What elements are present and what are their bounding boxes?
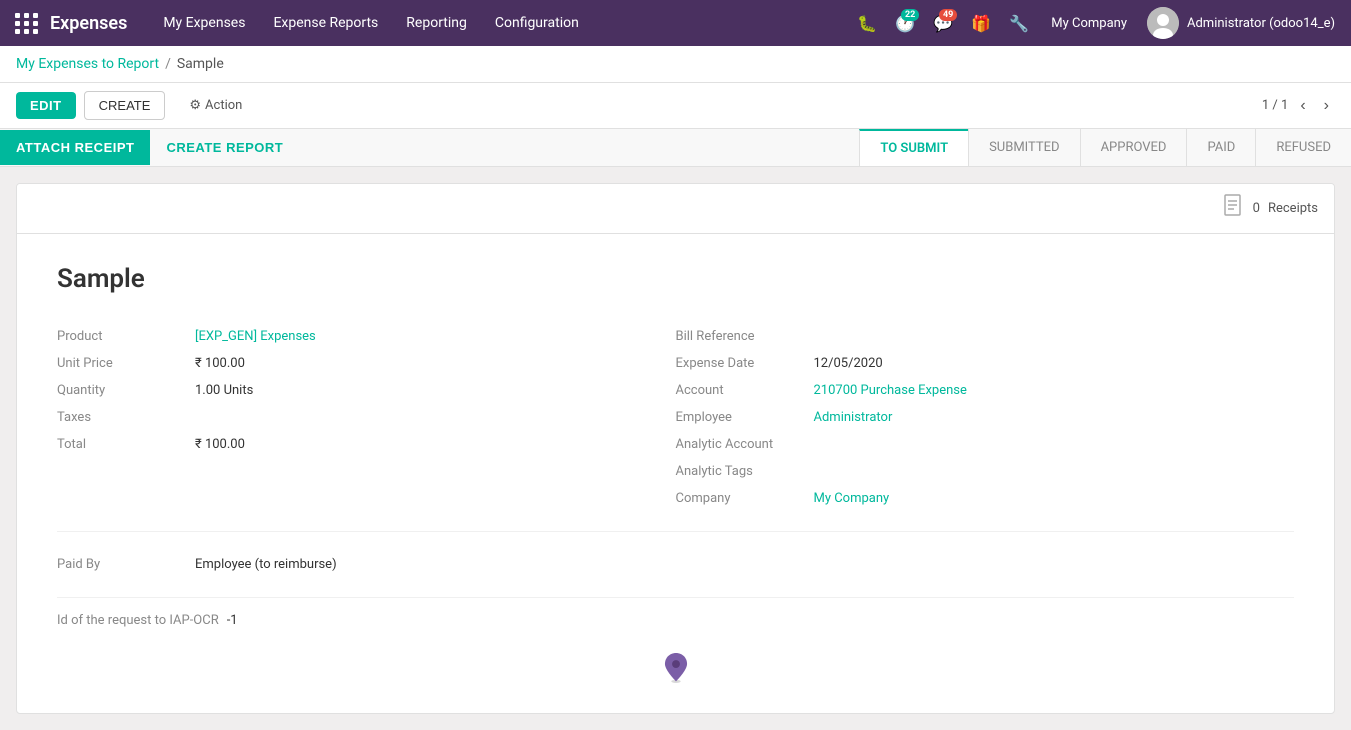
analytic-tags-field: Analytic Tags bbox=[676, 459, 1295, 484]
account-value[interactable]: 210700 Purchase Expense bbox=[814, 383, 967, 398]
stage-refused[interactable]: REFUSED bbox=[1255, 129, 1351, 166]
map-pin-icon bbox=[661, 653, 691, 683]
gift-icon[interactable]: 🎁 bbox=[965, 7, 997, 39]
menu-expense-reports[interactable]: Expense Reports bbox=[261, 9, 390, 37]
bug-icon[interactable]: 🐛 bbox=[851, 7, 883, 39]
paid-by-label: Paid By bbox=[57, 557, 187, 572]
breadcrumb-current: Sample bbox=[177, 56, 224, 72]
bill-reference-label: Bill Reference bbox=[676, 329, 806, 344]
attach-receipt-button[interactable]: ATTACH RECEIPT bbox=[0, 130, 150, 165]
stage-to-submit[interactable]: TO SUBMIT bbox=[859, 129, 968, 166]
account-label: Account bbox=[676, 383, 806, 398]
unit-price-field: Unit Price ₹ 100.00 bbox=[57, 351, 676, 376]
analytic-account-label: Analytic Account bbox=[676, 437, 806, 452]
record-title: Sample bbox=[57, 264, 1294, 294]
topnav-icons: 🐛 🕐 22 💬 49 🎁 🔧 My Company Administrator… bbox=[851, 7, 1339, 39]
fields-right: Bill Reference Expense Date 12/05/2020 A… bbox=[676, 324, 1295, 511]
unit-price-value: ₹ 100.00 bbox=[195, 356, 245, 371]
analytic-account-field: Analytic Account bbox=[676, 432, 1295, 457]
receipts-label: Receipts bbox=[1268, 201, 1318, 216]
paid-by-field: Paid By Employee (to reimburse) bbox=[57, 552, 1294, 577]
create-report-button[interactable]: CREATE REPORT bbox=[150, 130, 299, 165]
edit-button[interactable]: EDIT bbox=[16, 92, 76, 119]
quantity-value: 1.00 Units bbox=[195, 383, 253, 398]
receipts-icon bbox=[1223, 194, 1245, 223]
receipts-count: 0 bbox=[1253, 201, 1260, 216]
pagination-next[interactable]: › bbox=[1318, 95, 1335, 117]
app-grid-icon[interactable] bbox=[12, 8, 42, 38]
user-menu[interactable]: Administrator (odoo14_e) bbox=[1143, 7, 1339, 39]
stage-approved[interactable]: APPROVED bbox=[1080, 129, 1187, 166]
employee-field: Employee Administrator bbox=[676, 405, 1295, 430]
menu-configuration[interactable]: Configuration bbox=[483, 9, 591, 37]
expense-date-value: 12/05/2020 bbox=[814, 356, 883, 371]
bill-reference-field: Bill Reference bbox=[676, 324, 1295, 349]
employee-label: Employee bbox=[676, 410, 806, 425]
unit-price-label: Unit Price bbox=[57, 356, 187, 371]
taxes-field: Taxes bbox=[57, 405, 676, 430]
menu-reporting[interactable]: Reporting bbox=[394, 9, 479, 37]
action-menu[interactable]: ⚙ Action bbox=[189, 98, 242, 113]
pagination-prev[interactable]: ‹ bbox=[1294, 95, 1311, 117]
pagination: 1 / 1 ‹ › bbox=[1262, 95, 1335, 117]
fields-grid: Product [EXP_GEN] Expenses Unit Price ₹ … bbox=[57, 324, 1294, 511]
record-card: 0 Receipts Sample Product [EXP_GEN] Expe… bbox=[16, 183, 1335, 714]
company-field-label: Company bbox=[676, 491, 806, 506]
company-selector[interactable]: My Company bbox=[1041, 16, 1137, 31]
action-label: Action bbox=[205, 98, 242, 113]
chat-icon[interactable]: 💬 49 bbox=[927, 7, 959, 39]
clock-badge: 22 bbox=[901, 9, 919, 21]
taxes-label: Taxes bbox=[57, 410, 187, 425]
product-label: Product bbox=[57, 329, 187, 344]
wrench-icon[interactable]: 🔧 bbox=[1003, 7, 1035, 39]
expense-date-label: Expense Date bbox=[676, 356, 806, 371]
company-value[interactable]: My Company bbox=[814, 491, 890, 506]
paid-by-section: Paid By Employee (to reimburse) bbox=[57, 552, 1294, 577]
username-label: Administrator (odoo14_e) bbox=[1187, 16, 1335, 31]
menu-my-expenses[interactable]: My Expenses bbox=[151, 9, 257, 37]
account-field: Account 210700 Purchase Expense bbox=[676, 378, 1295, 403]
create-button[interactable]: CREATE bbox=[84, 91, 166, 120]
quantity-field: Quantity 1.00 Units bbox=[57, 378, 676, 403]
content-area: 0 Receipts Sample Product [EXP_GEN] Expe… bbox=[0, 167, 1351, 730]
pagination-info: 1 / 1 bbox=[1262, 98, 1288, 113]
stage-submitted[interactable]: SUBMITTED bbox=[968, 129, 1079, 166]
section-divider-2 bbox=[57, 597, 1294, 598]
quantity-label: Quantity bbox=[57, 383, 187, 398]
card-header: 0 Receipts bbox=[17, 184, 1334, 234]
stage-paid[interactable]: PAID bbox=[1186, 129, 1255, 166]
action-bar: EDIT CREATE ⚙ Action 1 / 1 ‹ › bbox=[0, 83, 1351, 129]
section-divider-1 bbox=[57, 531, 1294, 532]
product-value[interactable]: [EXP_GEN] Expenses bbox=[195, 329, 316, 344]
analytic-tags-label: Analytic Tags bbox=[676, 464, 806, 479]
breadcrumb: My Expenses to Report / Sample bbox=[0, 46, 1351, 83]
top-menu: My Expenses Expense Reports Reporting Co… bbox=[151, 9, 851, 37]
receipts-info: 0 Receipts bbox=[1223, 194, 1318, 223]
expense-date-field: Expense Date 12/05/2020 bbox=[676, 351, 1295, 376]
employee-value[interactable]: Administrator bbox=[814, 410, 893, 425]
total-field: Total ₹ 100.00 bbox=[57, 432, 676, 457]
total-label: Total bbox=[57, 437, 187, 452]
avatar bbox=[1147, 7, 1179, 39]
breadcrumb-separator: / bbox=[165, 56, 171, 72]
top-navigation: Expenses My Expenses Expense Reports Rep… bbox=[0, 0, 1351, 46]
workflow-stages: TO SUBMIT SUBMITTED APPROVED PAID REFUSE… bbox=[859, 129, 1351, 166]
total-value: ₹ 100.00 bbox=[195, 437, 245, 452]
status-bar: ATTACH RECEIPT CREATE REPORT TO SUBMIT S… bbox=[0, 129, 1351, 167]
paid-by-value: Employee (to reimburse) bbox=[195, 557, 337, 572]
gear-icon: ⚙ bbox=[189, 98, 201, 113]
clock-icon[interactable]: 🕐 22 bbox=[889, 7, 921, 39]
chat-badge: 49 bbox=[939, 9, 957, 21]
map-pin-container bbox=[57, 653, 1294, 683]
app-title: Expenses bbox=[50, 13, 127, 34]
fields-left: Product [EXP_GEN] Expenses Unit Price ₹ … bbox=[57, 324, 676, 511]
company-field: Company My Company bbox=[676, 486, 1295, 511]
breadcrumb-parent[interactable]: My Expenses to Report bbox=[16, 56, 159, 72]
product-field: Product [EXP_GEN] Expenses bbox=[57, 324, 676, 349]
card-body: Sample Product [EXP_GEN] Expenses Unit P… bbox=[17, 234, 1334, 713]
